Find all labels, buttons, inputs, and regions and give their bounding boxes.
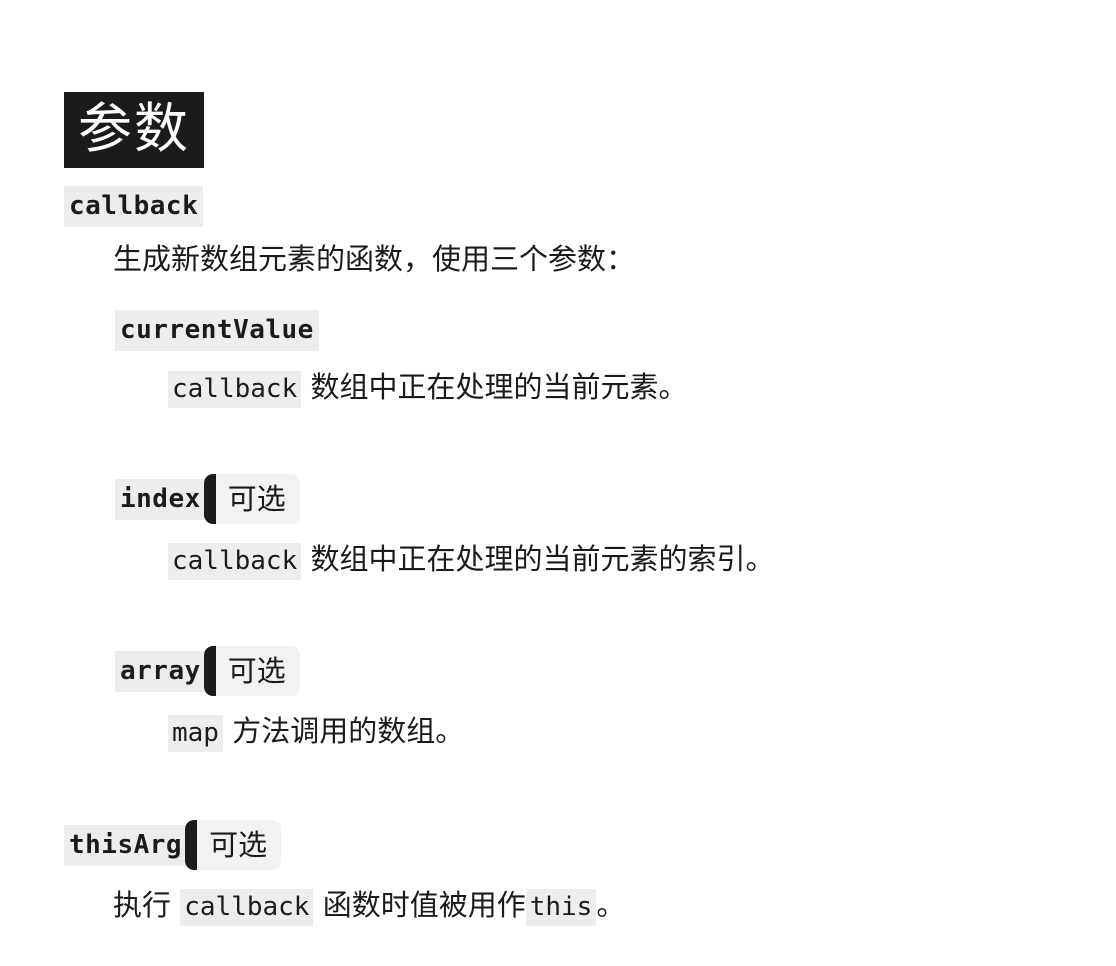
parameters-page: 参数 callback 生成新数组元素的函数，使用三个参数： currentVa… xyxy=(0,0,1116,966)
param-name-currentvalue: currentValue xyxy=(115,310,319,351)
param-term-array: array 可选 xyxy=(0,646,1116,696)
param-desc-thisarg: 执行 callback 函数时值被用作 this。 xyxy=(0,888,1116,926)
param-desc-callback-text: 生成新数组元素的函数，使用三个参数： xyxy=(113,242,636,276)
param-desc-index-text: 数组中正在处理的当前元素的索引。 xyxy=(310,542,775,576)
param-name-callback: callback xyxy=(64,186,204,227)
param-desc-thisarg-prefix: 执行 xyxy=(113,888,172,922)
param-name-array: array xyxy=(115,650,206,692)
param-desc-array: map 方法调用的数组。 xyxy=(0,714,1116,752)
inline-code-this: this xyxy=(525,889,597,926)
badge-bar-icon xyxy=(185,820,198,870)
optional-badge-label: 可选 xyxy=(227,481,286,516)
param-desc-thisarg-mid: 函数时值被用作 xyxy=(322,888,526,922)
param-name-index: index xyxy=(115,478,206,520)
optional-badge-label: 可选 xyxy=(227,653,286,688)
param-desc-currentvalue-text: 数组中正在处理的当前元素。 xyxy=(310,370,688,404)
param-desc-array-text: 方法调用的数组。 xyxy=(232,714,465,748)
param-term-thisarg: thisArg 可选 xyxy=(0,820,1116,870)
param-desc-callback: 生成新数组元素的函数，使用三个参数： xyxy=(0,242,1116,277)
optional-badge-index: 可选 xyxy=(203,474,300,524)
param-term-index: index 可选 xyxy=(0,474,1116,524)
inline-code-callback-3: callback xyxy=(180,889,314,926)
param-desc-index: callback 数组中正在处理的当前元素的索引。 xyxy=(0,542,1116,580)
param-desc-currentvalue: callback 数组中正在处理的当前元素。 xyxy=(0,370,1116,408)
badge-bar-icon xyxy=(203,646,216,696)
inline-code-map: map xyxy=(168,715,223,752)
param-desc-thisarg-suffix: 。 xyxy=(596,888,626,922)
optional-badge-thisarg: 可选 xyxy=(185,820,282,870)
optional-badge-label: 可选 xyxy=(209,827,268,862)
page-title: 参数 xyxy=(64,91,204,168)
inline-code-callback-2: callback xyxy=(168,543,302,580)
param-term-currentvalue: currentValue xyxy=(0,310,1116,351)
optional-badge-array: 可选 xyxy=(203,646,300,696)
inline-code-callback-1: callback xyxy=(168,371,302,408)
param-term-callback: callback xyxy=(0,186,1116,227)
badge-bar-icon xyxy=(203,474,216,524)
param-name-thisarg: thisArg xyxy=(64,824,188,866)
